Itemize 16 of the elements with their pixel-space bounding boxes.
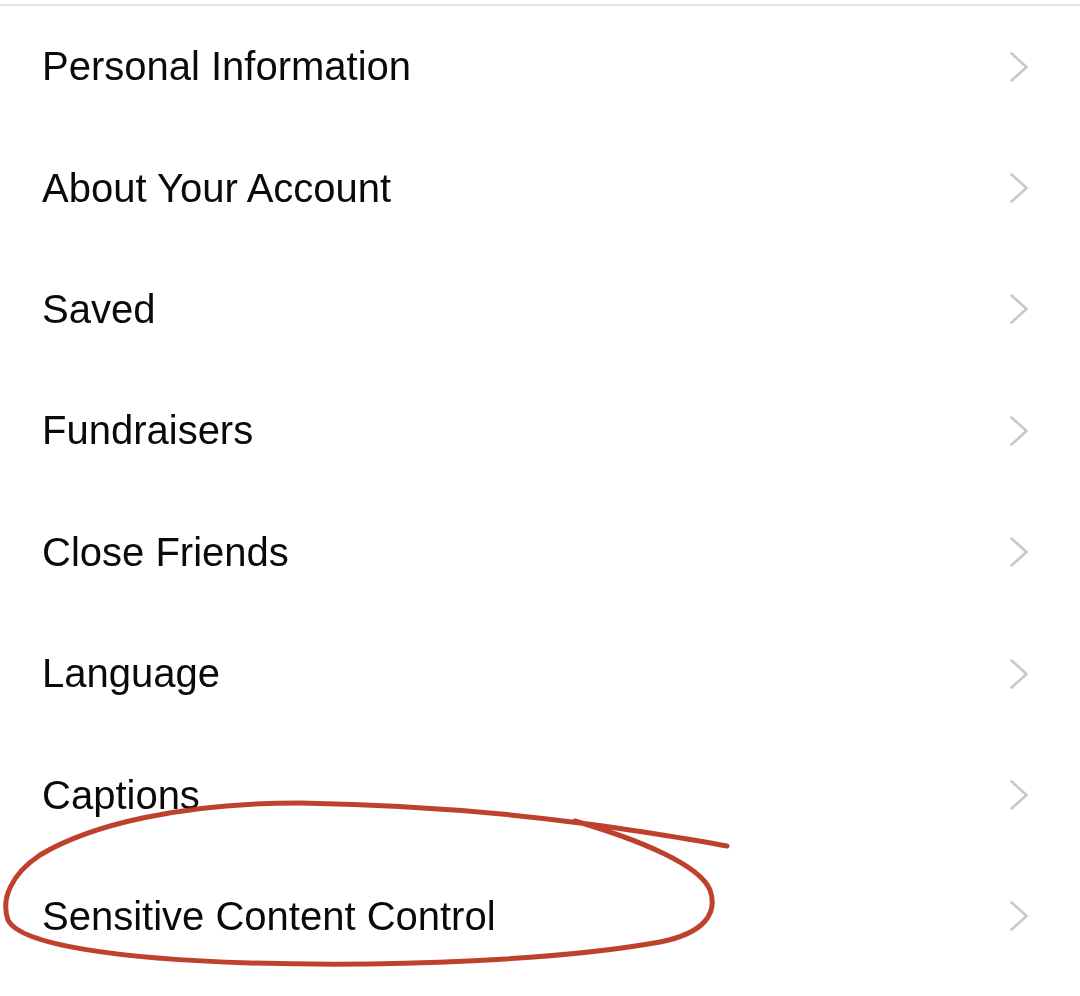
chevron-right-icon [1010,294,1028,325]
settings-menu-item[interactable]: Captions [0,734,1080,856]
chevron-right-icon [1010,415,1028,446]
chevron-right-icon [1010,901,1028,932]
settings-menu-item[interactable]: Fundraisers [0,370,1080,492]
settings-menu-item[interactable]: Language [0,612,1080,735]
settings-menu-item[interactable]: Close Friends [0,491,1080,613]
settings-menu-item[interactable]: Sensitive Content Control [0,855,1080,978]
chevron-right-icon [1010,51,1028,82]
settings-menu-item[interactable]: Personal Information [0,6,1080,128]
settings-menu-item[interactable]: About Your Account [0,127,1080,249]
chevron-right-icon [1010,658,1028,689]
settings-menu-item[interactable]: Saved [0,248,1080,371]
chevron-right-icon [1010,780,1028,811]
chevron-right-icon [1010,173,1028,204]
chevron-right-icon [1010,537,1028,568]
